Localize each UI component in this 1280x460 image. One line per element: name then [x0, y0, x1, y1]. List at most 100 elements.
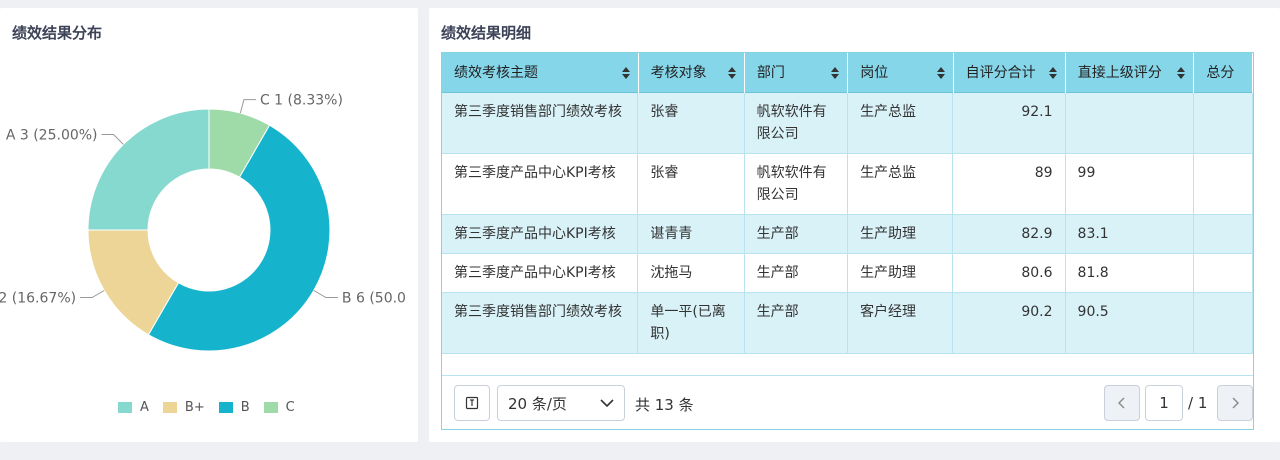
- sort-icon[interactable]: [1177, 67, 1186, 79]
- table-cell: 90.2: [953, 293, 1066, 353]
- column-header-label: 总分: [1206, 65, 1235, 81]
- page-size-select[interactable]: 20 条/页: [497, 385, 625, 421]
- pie-label: A 3 (25.00%): [6, 128, 98, 144]
- pie-label-line: [101, 134, 124, 145]
- distribution-panel: 绩效结果分布 A 3 (25.00%)B+ 2 (16.67%)B 6 (50.…: [0, 8, 418, 442]
- column-header[interactable]: 考核对象: [639, 53, 745, 93]
- table-row[interactable]: 第三季度产品中心KPI考核 张睿 帆软软件有限公司 生产总监 89 99: [442, 154, 1253, 215]
- detail-panel: 绩效结果明细 绩效考核主题 考核对象 部门 岗位 自评分合计 直接上级评分 总分 第三季度销…: [429, 8, 1280, 442]
- legend-item[interactable]: B+: [162, 399, 205, 415]
- chart-legend: A B+ B C: [118, 398, 295, 416]
- table-cell: 单一平(已离职): [638, 293, 745, 353]
- table-cell: 81.8: [1066, 254, 1195, 292]
- table-cell: [1194, 154, 1253, 214]
- table-cell: 生产总监: [848, 154, 954, 214]
- table-cell: [1194, 293, 1253, 353]
- table-cell: 帆软软件有限公司: [745, 93, 849, 153]
- sort-icon[interactable]: [1048, 67, 1057, 79]
- table-cell: 第三季度产品中心KPI考核: [442, 254, 639, 292]
- table-cell: 99: [1066, 154, 1195, 214]
- table-cell: [1194, 93, 1253, 153]
- page-total: / 1: [1188, 394, 1208, 412]
- table-body[interactable]: 第三季度销售部门绩效考核 张睿 帆软软件有限公司 生产总监 92.1 第三季度产品中心KP…: [442, 93, 1253, 376]
- column-header[interactable]: 直接上级评分: [1066, 53, 1195, 93]
- table-cell: 生产部: [745, 254, 849, 292]
- column-header[interactable]: 绩效考核主题: [442, 53, 639, 93]
- page-size-value: 20 条/页: [508, 394, 567, 413]
- pagination-bar: 20 条/页 共 13 条 1 / 1: [442, 375, 1253, 429]
- table-cell: 80.6: [953, 254, 1066, 292]
- legend-label: A: [140, 399, 149, 415]
- table-row[interactable]: 第三季度销售部门绩效考核 单一平(已离职) 生产部 客户经理 90.2 90.5: [442, 293, 1253, 354]
- donut-chart: A 3 (25.00%) B+ 2 (16.67%) B 6 (50.0 C 1 (8…: [0, 93, 406, 352]
- table-cell: 生产部: [745, 293, 849, 353]
- pie-label: B+ 2 (16.67%): [0, 291, 76, 307]
- column-header-label: 部门: [756, 65, 785, 81]
- table-cell: 第三季度销售部门绩效考核: [442, 93, 639, 153]
- table-cell: 帆软软件有限公司: [745, 154, 849, 214]
- table-cell: [1194, 254, 1253, 292]
- column-header[interactable]: 岗位: [848, 53, 954, 93]
- table-cell: [1066, 93, 1195, 153]
- chevron-right-icon: [1232, 397, 1239, 409]
- table-cell: 82.9: [953, 215, 1066, 253]
- next-page-button[interactable]: [1217, 385, 1253, 421]
- sort-icon[interactable]: [727, 67, 736, 79]
- table-cell: 生产总监: [848, 93, 954, 153]
- table-cell: 第三季度产品中心KPI考核: [442, 215, 639, 253]
- legend-label: B+: [184, 399, 205, 415]
- pie-label-line: [313, 290, 338, 298]
- table-cell: 张睿: [638, 154, 745, 214]
- column-header-label: 绩效考核主题: [454, 65, 538, 81]
- legend-swatch: [118, 401, 132, 413]
- pie-label: C 1 (8.33%): [260, 93, 343, 109]
- column-header[interactable]: 部门: [745, 53, 849, 93]
- chevron-left-icon: [1118, 397, 1125, 409]
- total-count: 共 13 条: [635, 396, 694, 414]
- export-button[interactable]: [454, 385, 490, 421]
- prev-page-button[interactable]: [1104, 385, 1140, 421]
- table-cell: 生产部: [745, 215, 849, 253]
- table-cell: 第三季度产品中心KPI考核: [442, 154, 639, 214]
- chevron-down-icon: [600, 399, 614, 408]
- table-cell: 谌青青: [638, 215, 745, 253]
- table-cell: 第三季度销售部门绩效考核: [442, 293, 639, 353]
- page-number-input[interactable]: 1: [1145, 385, 1183, 421]
- export-icon: [465, 396, 479, 410]
- legend-item[interactable]: B: [218, 400, 250, 415]
- table-row[interactable]: 第三季度产品中心KPI考核 谌青青 生产部 生产助理 82.9 83.1: [442, 215, 1253, 254]
- table-row[interactable]: 第三季度销售部门绩效考核 张睿 帆软软件有限公司 生产总监 92.1: [442, 93, 1253, 154]
- table-cell: 生产助理: [848, 254, 954, 292]
- legend-swatch: [218, 401, 233, 413]
- table-cell: 沈拖马: [638, 254, 745, 292]
- sort-icon[interactable]: [936, 67, 945, 79]
- legend-swatch: [263, 401, 278, 413]
- table-cell: 张睿: [638, 93, 745, 153]
- table-cell: [1194, 215, 1253, 253]
- column-header-label: 直接上级评分: [1077, 65, 1162, 81]
- column-header[interactable]: 总分: [1194, 53, 1253, 93]
- legend-label: C: [285, 399, 295, 415]
- table-cell: 生产助理: [848, 215, 954, 253]
- table-cell: 90.5: [1066, 293, 1195, 353]
- table-cell: 92.1: [953, 93, 1066, 153]
- legend-swatch: [162, 401, 177, 413]
- table-cell: 客户经理: [848, 293, 954, 353]
- panel-title: 绩效结果明细: [441, 24, 532, 42]
- detail-table: 绩效考核主题 考核对象 部门 岗位 自评分合计 直接上级评分 总分 第三季度销售部门绩效考核…: [441, 52, 1254, 430]
- legend-item[interactable]: C: [263, 399, 295, 415]
- legend-item[interactable]: A: [118, 400, 149, 415]
- column-header-label: 自评分合计: [965, 65, 1036, 81]
- sort-icon[interactable]: [831, 67, 840, 79]
- pie-label: B 6 (50.0: [342, 291, 406, 307]
- table-cell: 83.1: [1066, 215, 1195, 253]
- table-row[interactable]: 第三季度产品中心KPI考核 沈拖马 生产部 生产助理 80.6 81.8: [442, 254, 1253, 293]
- table-header: 绩效考核主题 考核对象 部门 岗位 自评分合计 直接上级评分 总分: [442, 53, 1253, 93]
- column-header[interactable]: 自评分合计: [954, 53, 1066, 93]
- sort-icon[interactable]: [621, 67, 630, 79]
- table-cell: 89: [953, 154, 1066, 214]
- pie-label-line: [239, 99, 256, 114]
- column-header-label: 考核对象: [650, 65, 707, 81]
- column-header-label: 岗位: [860, 65, 889, 81]
- pie-slice[interactable]: [87, 108, 210, 231]
